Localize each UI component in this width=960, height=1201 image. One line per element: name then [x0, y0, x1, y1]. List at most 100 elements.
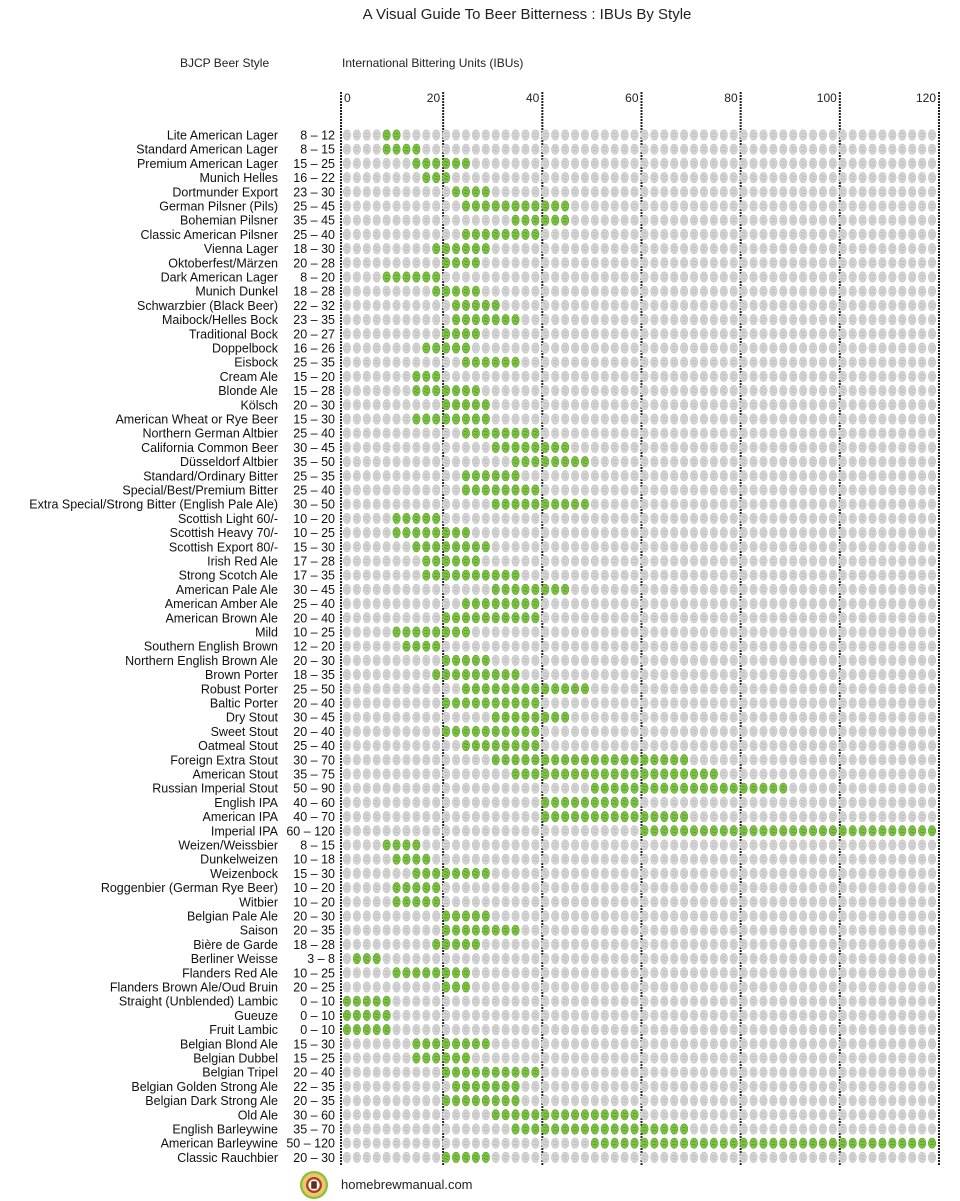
hop-icon-gray [749, 612, 758, 624]
hop-icon-gray [610, 328, 619, 340]
hop-icon-gray [828, 512, 837, 524]
hop-icon-gray [620, 555, 629, 567]
hop-icon-gray [680, 157, 689, 169]
hop-icon-gray [452, 356, 461, 368]
hop-icon-gray [452, 583, 461, 595]
hop-icon-gray [650, 399, 659, 411]
hop-icon-gray [858, 569, 867, 581]
hop-icon-green [452, 541, 461, 553]
hop-icon-green [531, 498, 540, 510]
hop-icon-gray [928, 257, 937, 269]
hop-icon-green [471, 385, 480, 397]
hop-icon-gray [769, 456, 778, 468]
hop-icon-gray [571, 654, 580, 666]
hop-icon-gray [541, 484, 550, 496]
hop-icon-gray [749, 441, 758, 453]
hop-icon-gray [799, 583, 808, 595]
hop-icon-gray [858, 399, 867, 411]
hop-icon-gray [759, 214, 768, 226]
hop-icon-gray [422, 228, 431, 240]
hop-icon-gray [610, 470, 619, 482]
hop-icon-gray [680, 555, 689, 567]
hop-icon-gray [878, 285, 887, 297]
hop-icon-gray [362, 569, 371, 581]
hop-icon-gray [461, 129, 470, 141]
hop-icon-gray [828, 484, 837, 496]
hop-icon-gray [848, 129, 857, 141]
hop-icon-gray [769, 214, 778, 226]
hop-icon-gray [878, 143, 887, 155]
hop-icon-gray [878, 484, 887, 496]
hop-icon-gray [928, 527, 937, 539]
hop-icon-green [461, 669, 470, 681]
hop-icon-gray [809, 186, 818, 198]
hop-icon-gray [372, 512, 381, 524]
hop-icon-gray [640, 640, 649, 652]
hop-icon-gray [828, 654, 837, 666]
hop-icon-gray [571, 257, 580, 269]
hop-icon-gray [640, 243, 649, 255]
hop-icon-gray [699, 640, 708, 652]
hop-icon-gray [442, 186, 451, 198]
hop-icon-green [442, 399, 451, 411]
hop-icon-gray [928, 484, 937, 496]
hop-icon-gray [491, 214, 500, 226]
hop-icon-gray [630, 484, 639, 496]
hop-icon-gray [888, 129, 897, 141]
hop-icon-green [491, 669, 500, 681]
hop-icon-gray [868, 512, 877, 524]
hop-icon-gray [362, 427, 371, 439]
hop-icon-green [491, 612, 500, 624]
hop-icon-gray [620, 172, 629, 184]
hop-icon-gray [422, 214, 431, 226]
hop-icon-green [461, 385, 470, 397]
hop-icon-gray [809, 669, 818, 681]
hop-icon-gray [749, 356, 758, 368]
hop-icon-green [461, 654, 470, 666]
hop-icon-green [491, 228, 500, 240]
hop-row [342, 612, 937, 624]
hop-icon-gray [749, 172, 758, 184]
hop-icon-gray [918, 569, 927, 581]
hop-icon-gray [610, 598, 619, 610]
hop-icon-gray [729, 143, 738, 155]
hop-icon-green [491, 697, 500, 709]
hop-icon-gray [848, 342, 857, 354]
hop-icon-gray [600, 669, 609, 681]
hop-icon-gray [818, 413, 827, 425]
hop-row [342, 228, 937, 240]
hop-icon-gray [580, 385, 589, 397]
hop-icon-gray [580, 172, 589, 184]
hop-icon-gray [799, 342, 808, 354]
hop-icon-gray [898, 200, 907, 212]
hop-icon-gray [650, 172, 659, 184]
hop-icon-gray [650, 555, 659, 567]
hop-icon-gray [690, 370, 699, 382]
hop-icon-gray [610, 527, 619, 539]
hop-icon-gray [749, 370, 758, 382]
hop-icon-gray [749, 271, 758, 283]
hop-icon-gray [680, 243, 689, 255]
hop-icon-gray [561, 612, 570, 624]
hop-icon-gray [630, 285, 639, 297]
hop-icon-gray [620, 470, 629, 482]
hop-icon-gray [809, 370, 818, 382]
hop-icon-gray [442, 370, 451, 382]
hop-icon-gray [461, 172, 470, 184]
hop-icon-gray [719, 470, 728, 482]
hop-icon-gray [749, 299, 758, 311]
hop-icon-green [432, 669, 441, 681]
hop-icon-gray [908, 583, 917, 595]
hop-icon-green [521, 498, 530, 510]
hop-icon-gray [719, 285, 728, 297]
hop-icon-gray [918, 285, 927, 297]
hop-icon-green [531, 612, 540, 624]
hop-icon-gray [828, 669, 837, 681]
hop-icon-gray [908, 385, 917, 397]
hop-icon-gray [501, 172, 510, 184]
hop-icon-gray [779, 314, 788, 326]
hop-icon-gray [481, 285, 490, 297]
hop-icon-gray [342, 427, 351, 439]
hop-icon-gray [898, 370, 907, 382]
hop-icon-gray [620, 683, 629, 695]
